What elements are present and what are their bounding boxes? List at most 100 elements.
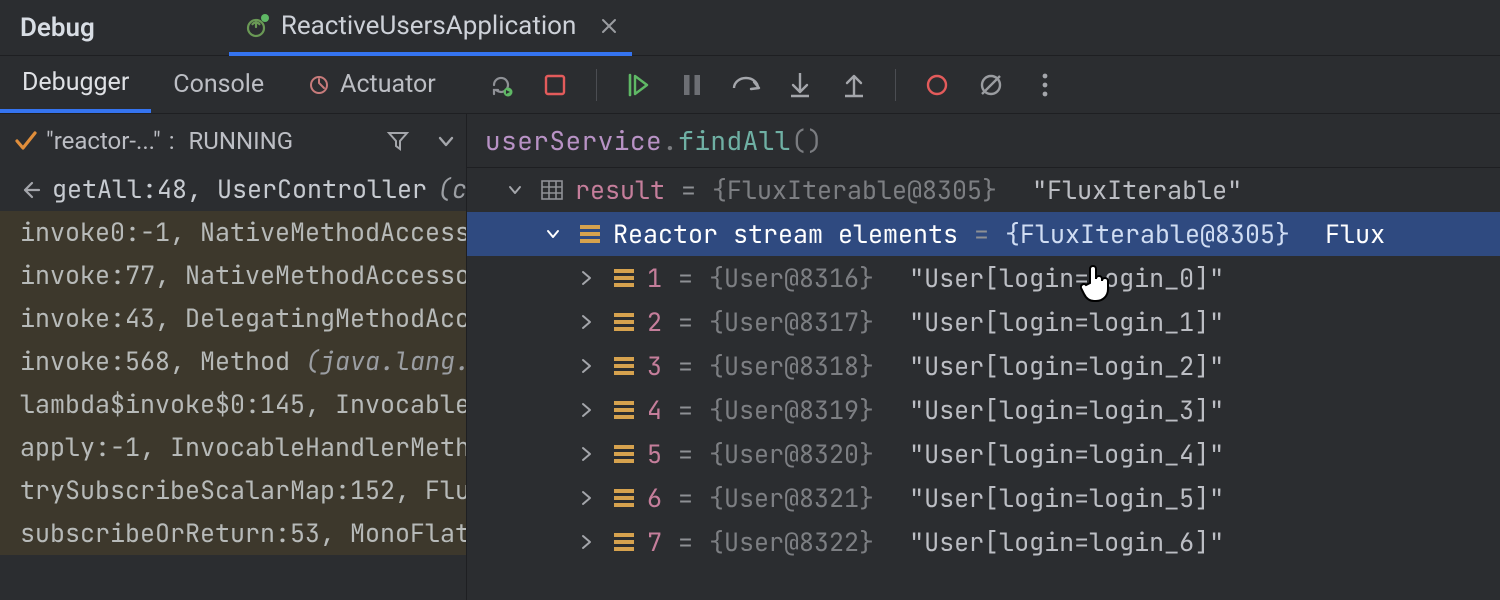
variables-pane: userService.findAll() result = {FluxIter…	[467, 114, 1500, 600]
debug-action-toolbar	[486, 69, 1060, 101]
chevron-right-icon[interactable]	[579, 270, 601, 286]
frame-label: subscribeOrReturn:53, MonoFlatM	[20, 516, 466, 550]
list-icon	[611, 533, 637, 551]
checkmark-icon	[14, 129, 38, 153]
var-index: 4	[647, 398, 662, 423]
var-value: Flux	[1325, 222, 1385, 247]
frame[interactable]: apply:-1, InvocableHandlerMetho	[0, 426, 466, 469]
frame[interactable]: invoke:568, Method (java.lang.refl	[0, 340, 466, 383]
panel-title: Debug	[10, 15, 109, 41]
debug-toolwindow-header: Debug ReactiveUsersApplication	[0, 0, 1500, 56]
separator	[596, 69, 597, 101]
chevron-right-icon[interactable]	[579, 358, 601, 374]
list-icon	[611, 445, 637, 463]
var-ref: {User@8319}	[709, 398, 874, 423]
frame-package: (com.exa	[437, 177, 466, 202]
tab-debugger[interactable]: Debugger	[0, 56, 151, 113]
frame[interactable]: invoke:77, NativeMethodAccessor	[0, 254, 466, 297]
filter-icon[interactable]	[386, 129, 410, 153]
chevron-right-icon[interactable]	[579, 314, 601, 330]
more-icon[interactable]	[1030, 70, 1060, 100]
frame-label: lambda$invoke$0:145, InvocableH	[20, 387, 466, 421]
back-arrow-icon	[20, 179, 42, 201]
var-ref: {FluxIterable@8305}	[712, 178, 997, 203]
var-ref: {User@8317}	[709, 310, 874, 335]
frames-list[interactable]: getAll:48, UserController (com.exa invok…	[0, 168, 466, 600]
tab-actuator[interactable]: Actuator	[286, 56, 458, 113]
step-out-icon[interactable]	[839, 70, 869, 100]
frame-label: invoke:43, DelegatingMethodAcce	[20, 301, 466, 335]
frame-current[interactable]: getAll:48, UserController (com.exa	[0, 168, 466, 211]
var-ref: {User@8318}	[709, 354, 874, 379]
var-ref: {User@8320}	[709, 442, 874, 467]
frame[interactable]: lambda$invoke$0:145, InvocableH	[0, 383, 466, 426]
step-over-icon[interactable]	[731, 70, 761, 100]
var-row-item[interactable]: 3={User@8318} "User[login=login_2]"	[467, 344, 1500, 388]
chevron-right-icon[interactable]	[579, 446, 601, 462]
thread-status: RUNNING	[189, 129, 294, 153]
chevron-right-icon[interactable]	[579, 534, 601, 550]
expr-object: userService	[485, 128, 662, 154]
var-value: "User[login=login_1]"	[909, 310, 1224, 335]
chevron-right-icon[interactable]	[579, 490, 601, 506]
mute-breakpoints-icon[interactable]	[976, 70, 1006, 100]
var-index: 2	[647, 310, 662, 335]
list-icon	[577, 225, 603, 243]
rerun-icon[interactable]	[486, 70, 516, 100]
var-index: 5	[647, 442, 662, 467]
frame-label: invoke0:-1, NativeMethodAccesso	[20, 215, 466, 249]
chevron-down-icon[interactable]	[545, 226, 567, 242]
var-index: 1	[647, 266, 662, 291]
var-value: "FluxIterable"	[1032, 178, 1242, 203]
var-name: result	[575, 178, 665, 203]
run-config-name: ReactiveUsersApplication	[281, 13, 576, 39]
frame-label: getAll:48, UserController	[52, 177, 427, 202]
close-tab-icon[interactable]	[600, 17, 618, 35]
debug-subtabs: Debugger Console Actuator	[0, 56, 458, 113]
var-ref: {FluxIterable@8305}	[1005, 222, 1290, 247]
var-value: "User[login=login_0]"	[909, 266, 1224, 291]
list-icon	[611, 313, 637, 331]
stop-icon[interactable]	[540, 70, 570, 100]
expr-suffix: ()	[791, 128, 823, 154]
var-row-item[interactable]: 7={User@8322} "User[login=login_6]"	[467, 520, 1500, 564]
step-into-icon[interactable]	[785, 70, 815, 100]
var-value: "User[login=login_4]"	[909, 442, 1224, 467]
frame[interactable]: invoke0:-1, NativeMethodAccesso	[0, 211, 466, 254]
list-icon	[611, 489, 637, 507]
frame-label: trySubscribeScalarMap:152, FluxF	[20, 473, 466, 507]
var-row-result[interactable]: result = {FluxIterable@8305} "FluxIterab…	[467, 168, 1500, 212]
var-value: "User[login=login_3]"	[909, 398, 1224, 423]
var-value: "User[login=login_5]"	[909, 486, 1224, 511]
frame[interactable]: subscribeOrReturn:53, MonoFlatM	[0, 512, 466, 555]
run-config-icon	[245, 13, 271, 39]
var-row-item[interactable]: 5={User@8320} "User[login=login_4]"	[467, 432, 1500, 476]
var-row-item[interactable]: 6={User@8321} "User[login=login_5]"	[467, 476, 1500, 520]
var-row-stream-elements[interactable]: Reactor stream elements = {FluxIterable@…	[467, 212, 1500, 256]
frame[interactable]: invoke:43, DelegatingMethodAcce	[0, 297, 466, 340]
var-row-item[interactable]: 4={User@8319} "User[login=login_3]"	[467, 388, 1500, 432]
variables-tree[interactable]: result = {FluxIterable@8305} "FluxIterab…	[467, 168, 1500, 600]
thread-selector[interactable]: "reactor-...": RUNNING	[0, 114, 466, 168]
list-icon	[611, 357, 637, 375]
var-row-item[interactable]: 2={User@8317} "User[login=login_1]"	[467, 300, 1500, 344]
var-name: Reactor stream elements	[613, 222, 958, 247]
view-breakpoints-icon[interactable]	[922, 70, 952, 100]
run-config-tab[interactable]: ReactiveUsersApplication	[229, 0, 632, 56]
var-ref: {User@8316}	[709, 266, 874, 291]
tab-console[interactable]: Console	[151, 56, 286, 113]
var-index: 3	[647, 354, 662, 379]
var-row-item[interactable]: 1={User@8316} "User[login=login_0]"	[467, 256, 1500, 300]
tab-actuator-label: Actuator	[340, 72, 436, 97]
chevron-down-icon[interactable]	[436, 131, 456, 151]
evaluate-expression-input[interactable]: userService.findAll()	[467, 114, 1500, 168]
var-value: "User[login=login_2]"	[909, 354, 1224, 379]
chevron-right-icon[interactable]	[579, 402, 601, 418]
table-icon	[539, 180, 565, 200]
chevron-down-icon[interactable]	[507, 182, 529, 198]
var-ref: {User@8322}	[709, 530, 874, 555]
frame[interactable]: trySubscribeScalarMap:152, FluxF	[0, 469, 466, 512]
resume-icon[interactable]	[623, 70, 653, 100]
var-index: 6	[647, 486, 662, 511]
pause-icon[interactable]	[677, 70, 707, 100]
